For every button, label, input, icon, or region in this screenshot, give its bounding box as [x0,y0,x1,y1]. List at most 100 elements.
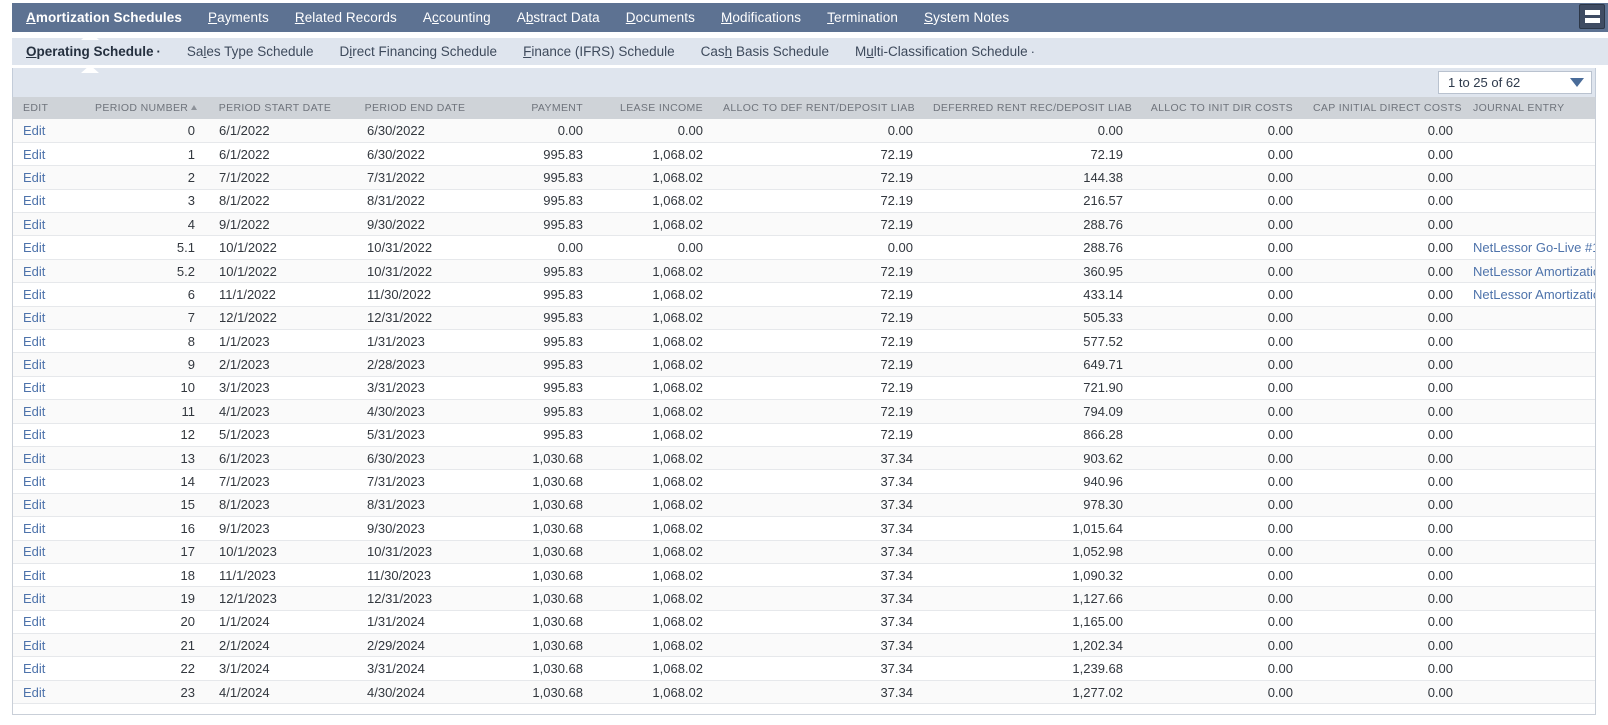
table-row[interactable]: Edit 20 1/1/2024 1/31/2024 1,030.68 1,068.02 3… [13,610,1595,635]
column-header-deferred-rent-rec[interactable]: DEFERRED RENT REC/DEPOSIT LIAB [923,97,1133,119]
cell-payment: 1,030.68 [485,446,593,471]
edit-link[interactable]: Edit [23,287,45,302]
nav-item-documents[interactable]: Documents [626,10,695,25]
edit-link[interactable]: Edit [23,404,45,419]
table-row[interactable]: Edit 21 2/1/2024 2/29/2024 1,030.68 1,068.02 3… [13,633,1595,658]
nav-item-abstract-data[interactable]: Abstract Data [517,10,600,25]
table-row[interactable]: Edit 16 9/1/2023 9/30/2023 1,030.68 1,068.02 3… [13,516,1595,541]
pagination-label: 1 to 25 of 62 [1448,75,1521,90]
edit-link[interactable]: Edit [23,544,45,559]
pagination-dropdown[interactable]: 1 to 25 of 62 [1438,71,1592,94]
edit-link[interactable]: Edit [23,685,45,700]
column-header-period-end-date[interactable]: PERIOD END DATE [345,97,485,119]
tab-operating-schedule[interactable]: Operating Schedule · [26,44,161,59]
column-header-cap-init-dir[interactable]: CAP INITIAL DIRECT COSTS [1303,97,1463,119]
edit-link[interactable]: Edit [23,123,45,138]
cell-lease-income: 1,068.02 [593,610,713,635]
edit-link[interactable]: Edit [23,334,45,349]
column-header-period-start-date[interactable]: PERIOD START DATE [205,97,345,119]
table-row[interactable]: Edit 5.2 10/1/2022 10/31/2022 995.83 1,068.02… [13,259,1595,284]
cell-period-start-date: 6/1/2023 [205,446,345,471]
edit-link[interactable]: Edit [23,497,45,512]
table-row[interactable]: Edit 6 11/1/2022 11/30/2022 995.83 1,068.02 72… [13,282,1595,307]
cell-period-end-date: 11/30/2022 [345,282,485,307]
nav-item-payments[interactable]: Payments [208,10,269,25]
table-row[interactable]: Edit 12 5/1/2023 5/31/2023 995.83 1,068.02 72.… [13,423,1595,447]
table-row[interactable]: Edit 18 11/1/2023 11/30/2023 1,030.68 1,068.0… [13,563,1595,588]
table-row[interactable]: Edit 13 6/1/2023 6/30/2023 1,030.68 1,068.02 3… [13,446,1595,471]
table-row[interactable]: Edit 2 7/1/2022 7/31/2022 995.83 1,068.02 72.1… [13,165,1595,190]
cell-journal-entry: NetLessor Amortization #1 [1463,259,1595,284]
cell-alloc-init-dir: 0.00 [1133,212,1303,237]
edit-link[interactable]: Edit [23,614,45,629]
journal-entry-link[interactable]: NetLessor Go-Live #1 [1473,240,1595,255]
table-row[interactable]: Edit 3 8/1/2022 8/31/2022 995.83 1,068.02 72.1… [13,189,1595,214]
tab-direct-financing-schedule[interactable]: Direct Financing Schedule [339,44,497,59]
cell-deferred-rent-rec: 1,165.00 [923,610,1133,635]
edit-link[interactable]: Edit [23,147,45,162]
cell-lease-income: 1,068.02 [593,446,713,471]
edit-link[interactable]: Edit [23,193,45,208]
edit-link[interactable]: Edit [23,474,45,489]
table-row[interactable]: Edit 22 3/1/2024 3/31/2024 1,030.68 1,068.02 3… [13,656,1595,681]
edit-link[interactable]: Edit [23,217,45,232]
journal-entry-link[interactable]: NetLessor Amortization #1 [1473,264,1595,279]
table-row[interactable]: Edit 11 4/1/2023 4/30/2023 995.83 1,068.02 72.… [13,399,1595,424]
table-row[interactable]: Edit 10 3/1/2023 3/31/2023 995.83 1,068.02 72.… [13,376,1595,401]
table-row[interactable]: Edit 23 4/1/2024 4/30/2024 1,030.68 1,068.02 3… [13,680,1595,705]
edit-link[interactable]: Edit [23,264,45,279]
tab-finance-ifrs-schedule[interactable]: Finance (IFRS) Schedule [523,44,675,59]
journal-entry-link[interactable]: NetLessor Amortization #2 [1473,287,1595,302]
cell-edit: Edit [13,376,85,401]
table-row[interactable]: Edit 0 6/1/2022 6/30/2022 0.00 0.00 0.00 0.00 0.… [13,119,1595,143]
nav-item-termination[interactable]: Termination [827,10,898,25]
edit-link[interactable]: Edit [23,661,45,676]
nav-item-amortization-schedules[interactable]: Amortization Schedules [26,10,182,25]
edit-link[interactable]: Edit [23,240,45,255]
hamburger-menu-icon[interactable] [1579,4,1605,29]
column-header-alloc-def-rent[interactable]: ALLOC TO DEF RENT/DEPOSIT LIAB [713,97,923,119]
tab-multi-classification-schedule[interactable]: Multi-Classification Schedule · [855,44,1035,59]
nav-item-related-records[interactable]: Related Records [295,10,397,25]
table-row[interactable]: Edit 19 12/1/2023 12/31/2023 1,030.68 1,068.0… [13,586,1595,611]
edit-link[interactable]: Edit [23,380,45,395]
edit-link[interactable]: Edit [23,591,45,606]
table-row[interactable]: Edit 15 8/1/2023 8/31/2023 1,030.68 1,068.02 3… [13,493,1595,518]
table-row[interactable]: Edit 9 2/1/2023 2/28/2023 995.83 1,068.02 72.1… [13,352,1595,377]
cell-lease-income: 1,068.02 [593,352,713,377]
table-row[interactable]: Edit 8 1/1/2023 1/31/2023 995.83 1,068.02 72.1… [13,329,1595,354]
cell-lease-income: 1,068.02 [593,423,713,447]
column-header-payment[interactable]: PAYMENT [485,97,593,119]
edit-link[interactable]: Edit [23,310,45,325]
edit-link[interactable]: Edit [23,357,45,372]
cell-period-number: 21 [85,633,205,658]
edit-link[interactable]: Edit [23,521,45,536]
cell-payment: 995.83 [485,212,593,237]
nav-item-system-notes[interactable]: System Notes [924,10,1009,25]
cell-journal-entry [1463,633,1595,658]
table-row[interactable]: Edit 14 7/1/2023 7/31/2023 1,030.68 1,068.02 3… [13,469,1595,494]
table-row[interactable]: Edit 17 10/1/2023 10/31/2023 1,030.68 1,068.0… [13,540,1595,564]
column-header-lease-income[interactable]: LEASE INCOME [593,97,713,119]
edit-link[interactable]: Edit [23,451,45,466]
table-row[interactable]: Edit 7 12/1/2022 12/31/2022 995.83 1,068.02 72… [13,306,1595,331]
column-header-journal-entry[interactable]: JOURNAL ENTRY [1463,97,1595,119]
edit-link[interactable]: Edit [23,170,45,185]
cell-cap-init-dir: 0.00 [1303,540,1463,564]
nav-item-accounting[interactable]: Accounting [423,10,491,25]
edit-link[interactable]: Edit [23,568,45,583]
tab-cash-basis-schedule[interactable]: Cash Basis Schedule [701,44,829,59]
column-header-alloc-init-dir[interactable]: ALLOC TO INIT DIR COSTS [1133,97,1303,119]
table-row[interactable]: Edit 4 9/1/2022 9/30/2022 995.83 1,068.02 72.1… [13,212,1595,237]
cell-period-end-date: 8/31/2023 [345,493,485,518]
column-header-edit[interactable]: EDIT [13,97,85,119]
cell-edit: Edit [13,493,85,518]
edit-link[interactable]: Edit [23,427,45,442]
nav-item-modifications[interactable]: Modifications [721,10,801,25]
table-row[interactable]: Edit 1 6/1/2022 6/30/2022 995.83 1,068.02 72.1… [13,142,1595,167]
edit-link[interactable]: Edit [23,638,45,653]
table-row[interactable]: Edit 5.1 10/1/2022 10/31/2022 0.00 0.00 0.00 28… [13,235,1595,260]
column-header-period-number[interactable]: PERIOD NUMBER [85,97,205,119]
tab-sales-type-schedule[interactable]: Sales Type Schedule [187,44,314,59]
cell-alloc-def-rent: 37.34 [713,516,923,541]
